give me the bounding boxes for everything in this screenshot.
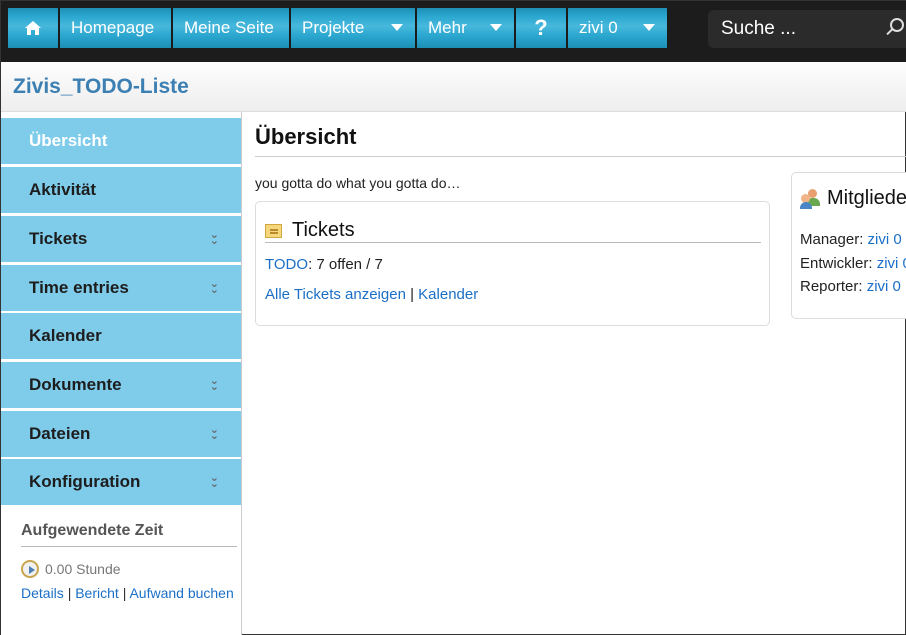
double-chevron-down-icon[interactable]: ⌄ ⌄: [210, 473, 219, 490]
report-link[interactable]: Bericht: [75, 585, 119, 601]
home-icon: [25, 21, 41, 35]
spent-time-box: Aufgewendete Zeit 0.00 Stunde Details | …: [21, 522, 237, 604]
sidebar-item-label: Time entries: [29, 278, 129, 297]
search-icon[interactable]: [890, 18, 904, 32]
member-row: Entwickler: zivi 0: [800, 255, 906, 272]
project-title[interactable]: Zivis_TODO-Liste: [13, 75, 189, 99]
nav-my-page-label: Meine Seite: [184, 18, 274, 37]
log-time-link[interactable]: Aufwand buchen: [129, 585, 233, 601]
help-button[interactable]: ?: [516, 8, 567, 48]
tickets-box-title: Tickets: [265, 218, 761, 243]
nav-more-label: Mehr: [428, 18, 467, 37]
member-role: Reporter:: [800, 278, 863, 295]
clock-icon: [21, 560, 39, 578]
sidebar-item-label: Übersicht: [29, 131, 108, 150]
link-separator: |: [67, 585, 72, 601]
nav-user-label: zivi 0: [579, 18, 618, 37]
nav-user-menu[interactable]: zivi 0: [568, 8, 668, 48]
sidebar-item-files[interactable]: Dateien ⌄ ⌄: [1, 411, 241, 457]
link-separator: |: [410, 286, 414, 303]
spent-time-heading: Aufgewendete Zeit: [21, 522, 237, 547]
tracker-row: TODO: 7 offen / 7: [265, 256, 383, 273]
chevron-down-icon: [391, 24, 403, 31]
member-user-link[interactable]: zivi 0: [867, 278, 901, 295]
member-user-link[interactable]: zivi 0: [868, 231, 902, 248]
chevron-down-icon: [490, 24, 502, 31]
home-button[interactable]: [8, 8, 59, 48]
project-header: Zivis_TODO-Liste: [1, 62, 906, 112]
sidebar: Übersicht Aktivität Tickets ⌄ ⌄ Time entri…: [1, 112, 242, 635]
sidebar-item-label: Konfiguration: [29, 472, 141, 491]
members-box: Mitglieder Manager: zivi 0 Entwickler: z…: [791, 172, 906, 319]
member-row: Manager: zivi 0: [800, 231, 902, 248]
sidebar-item-label: Dokumente: [29, 375, 122, 394]
search-placeholder: Suche ...: [721, 18, 796, 39]
sidebar-item-overview[interactable]: Übersicht: [1, 118, 241, 164]
details-link[interactable]: Details: [21, 585, 64, 601]
main-content: Übersicht you gotta do what you gotta do…: [255, 112, 906, 635]
nav-homepage-label: Homepage: [71, 18, 155, 37]
double-chevron-down-icon[interactable]: ⌄ ⌄: [210, 376, 219, 393]
nav-projects-label: Projekte: [302, 18, 365, 37]
sidebar-item-tickets[interactable]: Tickets ⌄ ⌄: [1, 216, 241, 262]
users-icon: [800, 188, 822, 209]
nav-projects[interactable]: Projekte: [291, 8, 416, 48]
double-chevron-down-icon[interactable]: ⌄ ⌄: [210, 230, 219, 247]
spent-time-value: 0.00 Stunde: [21, 560, 237, 578]
all-tickets-link[interactable]: Alle Tickets anzeigen: [265, 286, 406, 303]
sidebar-item-label: Dateien: [29, 424, 91, 443]
help-icon: ?: [534, 15, 548, 40]
members-box-title: Mitglieder: [800, 187, 906, 210]
sidebar-item-label: Aktivität: [29, 180, 97, 199]
sidebar-item-label: Tickets: [29, 229, 88, 248]
member-row: Reporter: zivi 0: [800, 278, 901, 295]
double-chevron-down-icon[interactable]: ⌄ ⌄: [210, 279, 219, 296]
nav-more[interactable]: Mehr: [417, 8, 515, 48]
tracker-counts: : 7 offen / 7: [308, 256, 383, 273]
spent-hours: 0.00 Stunde: [45, 561, 121, 577]
sidebar-item-documents[interactable]: Dokumente ⌄ ⌄: [1, 362, 241, 408]
calendar-link[interactable]: Kalender: [418, 286, 478, 303]
nav-homepage[interactable]: Homepage: [60, 8, 172, 48]
search-input[interactable]: Suche ...: [708, 10, 906, 48]
member-role: Entwickler:: [800, 255, 873, 272]
project-description: you gotta do what you gotta do…: [255, 175, 461, 191]
link-separator: |: [122, 585, 127, 601]
page-title: Übersicht: [255, 124, 357, 149]
ticket-icon: [265, 224, 282, 238]
spent-time-links: Details | Bericht | Aufwand buchen: [21, 582, 237, 604]
tickets-links: Alle Tickets anzeigen | Kalender: [265, 286, 478, 303]
nav-my-page[interactable]: Meine Seite: [173, 8, 290, 48]
member-role: Manager:: [800, 231, 864, 248]
sidebar-item-time-entries[interactable]: Time entries ⌄ ⌄: [1, 265, 241, 311]
sidebar-item-label: Kalender: [29, 326, 102, 345]
chevron-down-icon: [643, 24, 655, 31]
title-divider: [255, 156, 906, 157]
top-navigation: Homepage Meine Seite Projekte Mehr ? ziv…: [1, 1, 906, 62]
sidebar-item-calendar[interactable]: Kalender: [1, 313, 241, 359]
tracker-link-todo[interactable]: TODO: [265, 256, 308, 273]
member-user-link[interactable]: zivi 0: [877, 255, 906, 272]
members-heading: Mitglieder: [827, 187, 906, 209]
tickets-box: Tickets TODO: 7 offen / 7 Alle Tickets a…: [255, 201, 770, 326]
sidebar-item-activity[interactable]: Aktivität: [1, 167, 241, 213]
tickets-heading: Tickets: [292, 218, 355, 241]
sidebar-item-settings[interactable]: Konfiguration ⌄ ⌄: [1, 459, 241, 505]
double-chevron-down-icon[interactable]: ⌄ ⌄: [210, 425, 219, 442]
